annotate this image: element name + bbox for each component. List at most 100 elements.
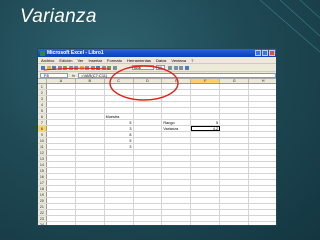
cell[interactable] [134,210,163,215]
cell[interactable] [191,84,221,89]
row-header[interactable]: 9 [38,132,47,137]
cell[interactable]: Rango [162,120,192,125]
cell[interactable] [134,120,163,125]
cell[interactable] [134,198,163,203]
column-header[interactable]: B [76,79,105,83]
column-header[interactable]: G [220,79,250,83]
cell[interactable] [134,102,163,107]
new-icon[interactable] [41,65,45,70]
column-header[interactable]: D [134,79,163,83]
row-header[interactable]: 2 [38,90,47,95]
cell[interactable] [191,162,221,167]
cell[interactable] [191,132,221,137]
cell[interactable] [134,192,163,197]
cell[interactable] [220,168,250,173]
cell[interactable] [47,114,76,119]
cell[interactable] [162,144,192,149]
cell[interactable] [191,156,221,161]
column-header[interactable]: C [105,79,134,83]
cell[interactable] [134,216,163,221]
cell[interactable] [162,174,192,179]
cell[interactable] [191,108,221,113]
cell[interactable] [162,114,192,119]
cell[interactable] [191,168,221,173]
cell[interactable] [162,198,192,203]
minimize-button[interactable] [255,50,261,56]
cell[interactable] [76,126,105,131]
cell[interactable] [134,126,163,131]
cell[interactable] [162,102,192,107]
cell[interactable] [47,90,76,95]
cell[interactable] [105,186,134,191]
cell[interactable] [191,150,221,155]
cell[interactable] [162,108,192,113]
row-header[interactable]: 1 [38,84,47,89]
column-header[interactable]: E [162,79,192,83]
row-header[interactable]: 5 [38,108,47,113]
row-header[interactable]: 3 [38,96,47,101]
cell[interactable] [220,132,250,137]
cell[interactable] [47,204,76,209]
cell[interactable] [249,90,276,95]
row-header[interactable]: 15 [38,168,47,173]
cell[interactable] [105,198,134,203]
row-header[interactable]: 10 [38,138,47,143]
cell[interactable] [162,84,192,89]
menu-item[interactable]: Formato [107,57,122,64]
cell[interactable] [76,174,105,179]
cell[interactable] [191,144,221,149]
cell[interactable] [220,126,250,131]
cell[interactable] [47,210,76,215]
cell[interactable] [191,210,221,215]
cell[interactable] [47,138,76,143]
cell[interactable]: 3 [105,126,134,131]
cell[interactable] [76,132,105,137]
menu-item[interactable]: Archivo [41,57,54,64]
cell[interactable] [105,204,134,209]
column-header[interactable]: F [191,79,221,83]
cell[interactable] [105,192,134,197]
cell[interactable] [134,174,163,179]
cell[interactable] [76,216,105,221]
cell[interactable] [76,162,105,167]
cell[interactable] [76,120,105,125]
cell[interactable] [105,90,134,95]
cell[interactable] [162,90,192,95]
cell[interactable] [162,162,192,167]
cell[interactable] [47,144,76,149]
cell[interactable] [47,150,76,155]
cell[interactable]: 5 [105,138,134,143]
cell[interactable] [134,150,163,155]
cell[interactable] [220,180,250,185]
cell[interactable] [76,210,105,215]
cell[interactable] [134,84,163,89]
cell[interactable] [47,216,76,221]
cell[interactable] [249,102,276,107]
cell[interactable]: 8 [105,132,134,137]
menu-item[interactable]: Ventana [171,57,186,64]
cell[interactable] [220,210,250,215]
cell[interactable] [76,168,105,173]
cell[interactable] [76,222,105,225]
cell[interactable] [105,150,134,155]
cell[interactable] [47,126,76,131]
row-header[interactable]: 20 [38,198,47,203]
column-header[interactable]: H [249,79,276,83]
menu-item[interactable]: Ver [77,57,83,64]
formula-input[interactable]: =VAR(C7:C11) [78,72,276,78]
cell[interactable] [249,120,276,125]
align-icon[interactable] [184,65,189,70]
row-header[interactable]: 13 [38,156,47,161]
cell[interactable] [47,156,76,161]
menu-item[interactable]: Insertar [88,57,102,64]
cell[interactable] [249,114,276,119]
column-header[interactable]: A [47,79,76,83]
cell[interactable] [249,168,276,173]
cell[interactable] [105,96,134,101]
zoom-icon[interactable] [112,65,117,70]
cell[interactable] [47,186,76,191]
fx-icon[interactable]: fx [72,73,75,78]
chart-icon[interactable] [107,65,111,70]
cell[interactable] [76,90,105,95]
row-header[interactable]: 12 [38,150,47,155]
